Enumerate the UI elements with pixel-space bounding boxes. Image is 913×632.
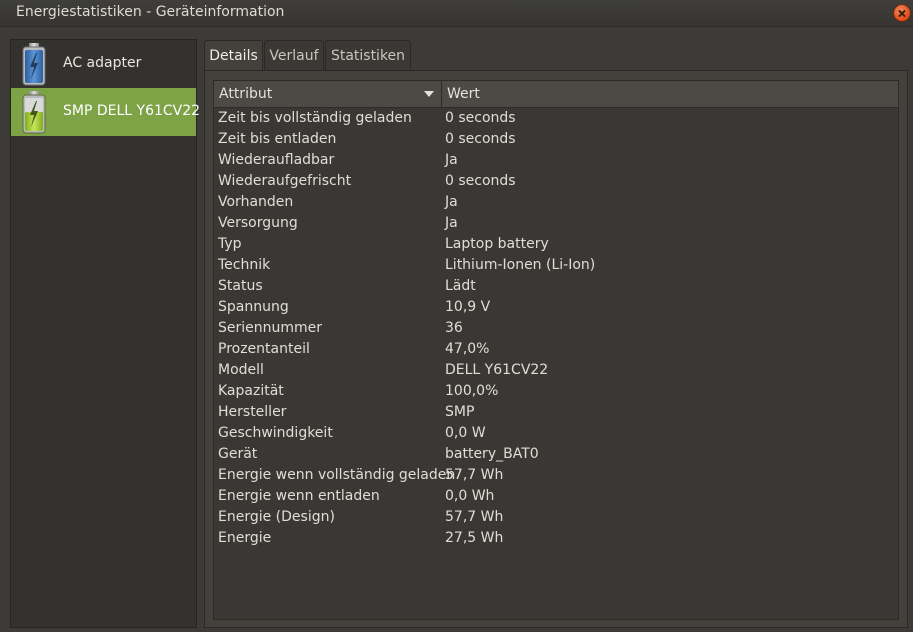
value-cell: DELL Y61CV22 <box>445 362 549 378</box>
device-label-battery: SMP DELL Y61CV22 <box>63 103 201 119</box>
attribute-cell: Wiederaufladbar <box>218 152 335 168</box>
table-row[interactable]: Technik Lithium-Ionen (Li-Ion) <box>214 255 898 276</box>
attribute-cell: Energie wenn entladen <box>218 488 380 504</box>
device-list: AC adapter SMP DELL Y61CV22 <box>10 39 200 628</box>
table-row[interactable]: Wiederaufladbar Ja <box>214 150 898 171</box>
table-row[interactable]: Typ Laptop battery <box>214 234 898 255</box>
attribute-cell: Prozentanteil <box>218 341 310 357</box>
attribute-cell: Versorgung <box>218 215 298 231</box>
value-cell: Ja <box>445 194 458 210</box>
table-row[interactable]: Kapazität 100,0% <box>214 381 898 402</box>
table-header: Attribut Wert <box>214 81 898 108</box>
table-row[interactable]: Gerät battery_BAT0 <box>214 444 898 465</box>
close-icon[interactable] <box>894 5 910 21</box>
table-row[interactable]: Energie (Design) 57,7 Wh <box>214 507 898 528</box>
table-row[interactable]: Modell DELL Y61CV22 <box>214 360 898 381</box>
value-cell: 0 seconds <box>445 110 516 126</box>
device-item-battery[interactable]: SMP DELL Y61CV22 <box>11 88 200 136</box>
table-row[interactable]: Prozentanteil 47,0% <box>214 339 898 360</box>
table-row[interactable]: Hersteller SMP <box>214 402 898 423</box>
details-panel: Attribut Wert Zeit bis vollständig gelad… <box>204 70 908 628</box>
value-cell: battery_BAT0 <box>445 446 539 462</box>
table-row[interactable]: Wiederaufgefrischt 0 seconds <box>214 171 898 192</box>
value-cell: Lithium-Ionen (Li-Ion) <box>445 257 596 273</box>
attribute-cell: Zeit bis vollständig geladen <box>218 110 412 126</box>
table-body: Zeit bis vollständig geladen 0 seconds Ze… <box>214 108 898 549</box>
table-row[interactable]: Zeit bis entladen 0 seconds <box>214 129 898 150</box>
tab-history[interactable]: Verlauf <box>264 40 324 70</box>
value-cell: SMP <box>445 404 475 420</box>
device-label-ac-adapter: AC adapter <box>63 55 142 71</box>
table-row[interactable]: Energie wenn vollständig geladen 57,7 Wh <box>214 465 898 486</box>
table-row[interactable]: Spannung 10,9 V <box>214 297 898 318</box>
attribute-cell: Technik <box>218 257 271 273</box>
value-cell: 0,0 W <box>445 425 486 441</box>
table-row[interactable]: Zeit bis vollständig geladen 0 seconds <box>214 108 898 129</box>
table-row[interactable]: Vorhanden Ja <box>214 192 898 213</box>
value-cell: 57,7 Wh <box>445 467 504 483</box>
window-title: Energiestatistiken - Geräteinformation <box>16 4 285 20</box>
column-header-attribute-label: Attribut <box>219 86 273 102</box>
value-cell: 57,7 Wh <box>445 509 504 525</box>
attribute-cell: Geschwindigkeit <box>218 425 333 441</box>
table-row[interactable]: Seriennummer 36 <box>214 318 898 339</box>
attribute-cell: Seriennummer <box>218 320 323 336</box>
value-cell: 36 <box>445 320 463 336</box>
value-cell: 27,5 Wh <box>445 530 504 546</box>
attribute-cell: Energie (Design) <box>218 509 335 525</box>
attribute-cell: Gerät <box>218 446 258 462</box>
battery-charging-icon <box>22 91 46 134</box>
attribute-cell: Spannung <box>218 299 289 315</box>
details-table: Attribut Wert Zeit bis vollständig gelad… <box>213 80 899 620</box>
table-row[interactable]: Versorgung Ja <box>214 213 898 234</box>
table-row[interactable]: Energie wenn entladen 0,0 Wh <box>214 486 898 507</box>
column-header-value[interactable]: Wert <box>443 81 898 107</box>
attribute-cell: Energie wenn vollständig geladen <box>218 467 456 483</box>
attribute-cell: Vorhanden <box>218 194 294 210</box>
attribute-cell: Wiederaufgefrischt <box>218 173 352 189</box>
attribute-cell: Hersteller <box>218 404 287 420</box>
table-row[interactable]: Energie 27,5 Wh <box>214 528 898 549</box>
ac-adapter-battery-icon <box>22 43 46 86</box>
value-cell: 0 seconds <box>445 173 516 189</box>
attribute-cell: Status <box>218 278 263 294</box>
value-cell: 0 seconds <box>445 131 516 147</box>
attribute-cell: Kapazität <box>218 383 284 399</box>
value-cell: Lädt <box>445 278 476 294</box>
column-header-value-label: Wert <box>447 86 480 102</box>
tab-details[interactable]: Details <box>204 40 263 71</box>
sort-descending-icon <box>424 91 434 97</box>
value-cell: 47,0% <box>445 341 490 357</box>
attribute-cell: Typ <box>218 236 242 252</box>
value-cell: Ja <box>445 152 458 168</box>
attribute-cell: Energie <box>218 530 272 546</box>
value-cell: Laptop battery <box>445 236 549 252</box>
attribute-cell: Modell <box>218 362 264 378</box>
power-statistics-window: Energiestatistiken - Geräteinformation A… <box>0 0 913 632</box>
table-row[interactable]: Geschwindigkeit 0,0 W <box>214 423 898 444</box>
column-header-attribute[interactable]: Attribut <box>214 81 442 107</box>
value-cell: Ja <box>445 215 458 231</box>
value-cell: 0,0 Wh <box>445 488 495 504</box>
value-cell: 100,0% <box>445 383 499 399</box>
table-row[interactable]: Status Lädt <box>214 276 898 297</box>
value-cell: 10,9 V <box>445 299 491 315</box>
device-item-ac-adapter[interactable]: AC adapter <box>11 40 196 88</box>
tab-statistics[interactable]: Statistiken <box>325 40 411 70</box>
title-bar[interactable]: Energiestatistiken - Geräteinformation <box>0 0 913 27</box>
attribute-cell: Zeit bis entladen <box>218 131 337 147</box>
